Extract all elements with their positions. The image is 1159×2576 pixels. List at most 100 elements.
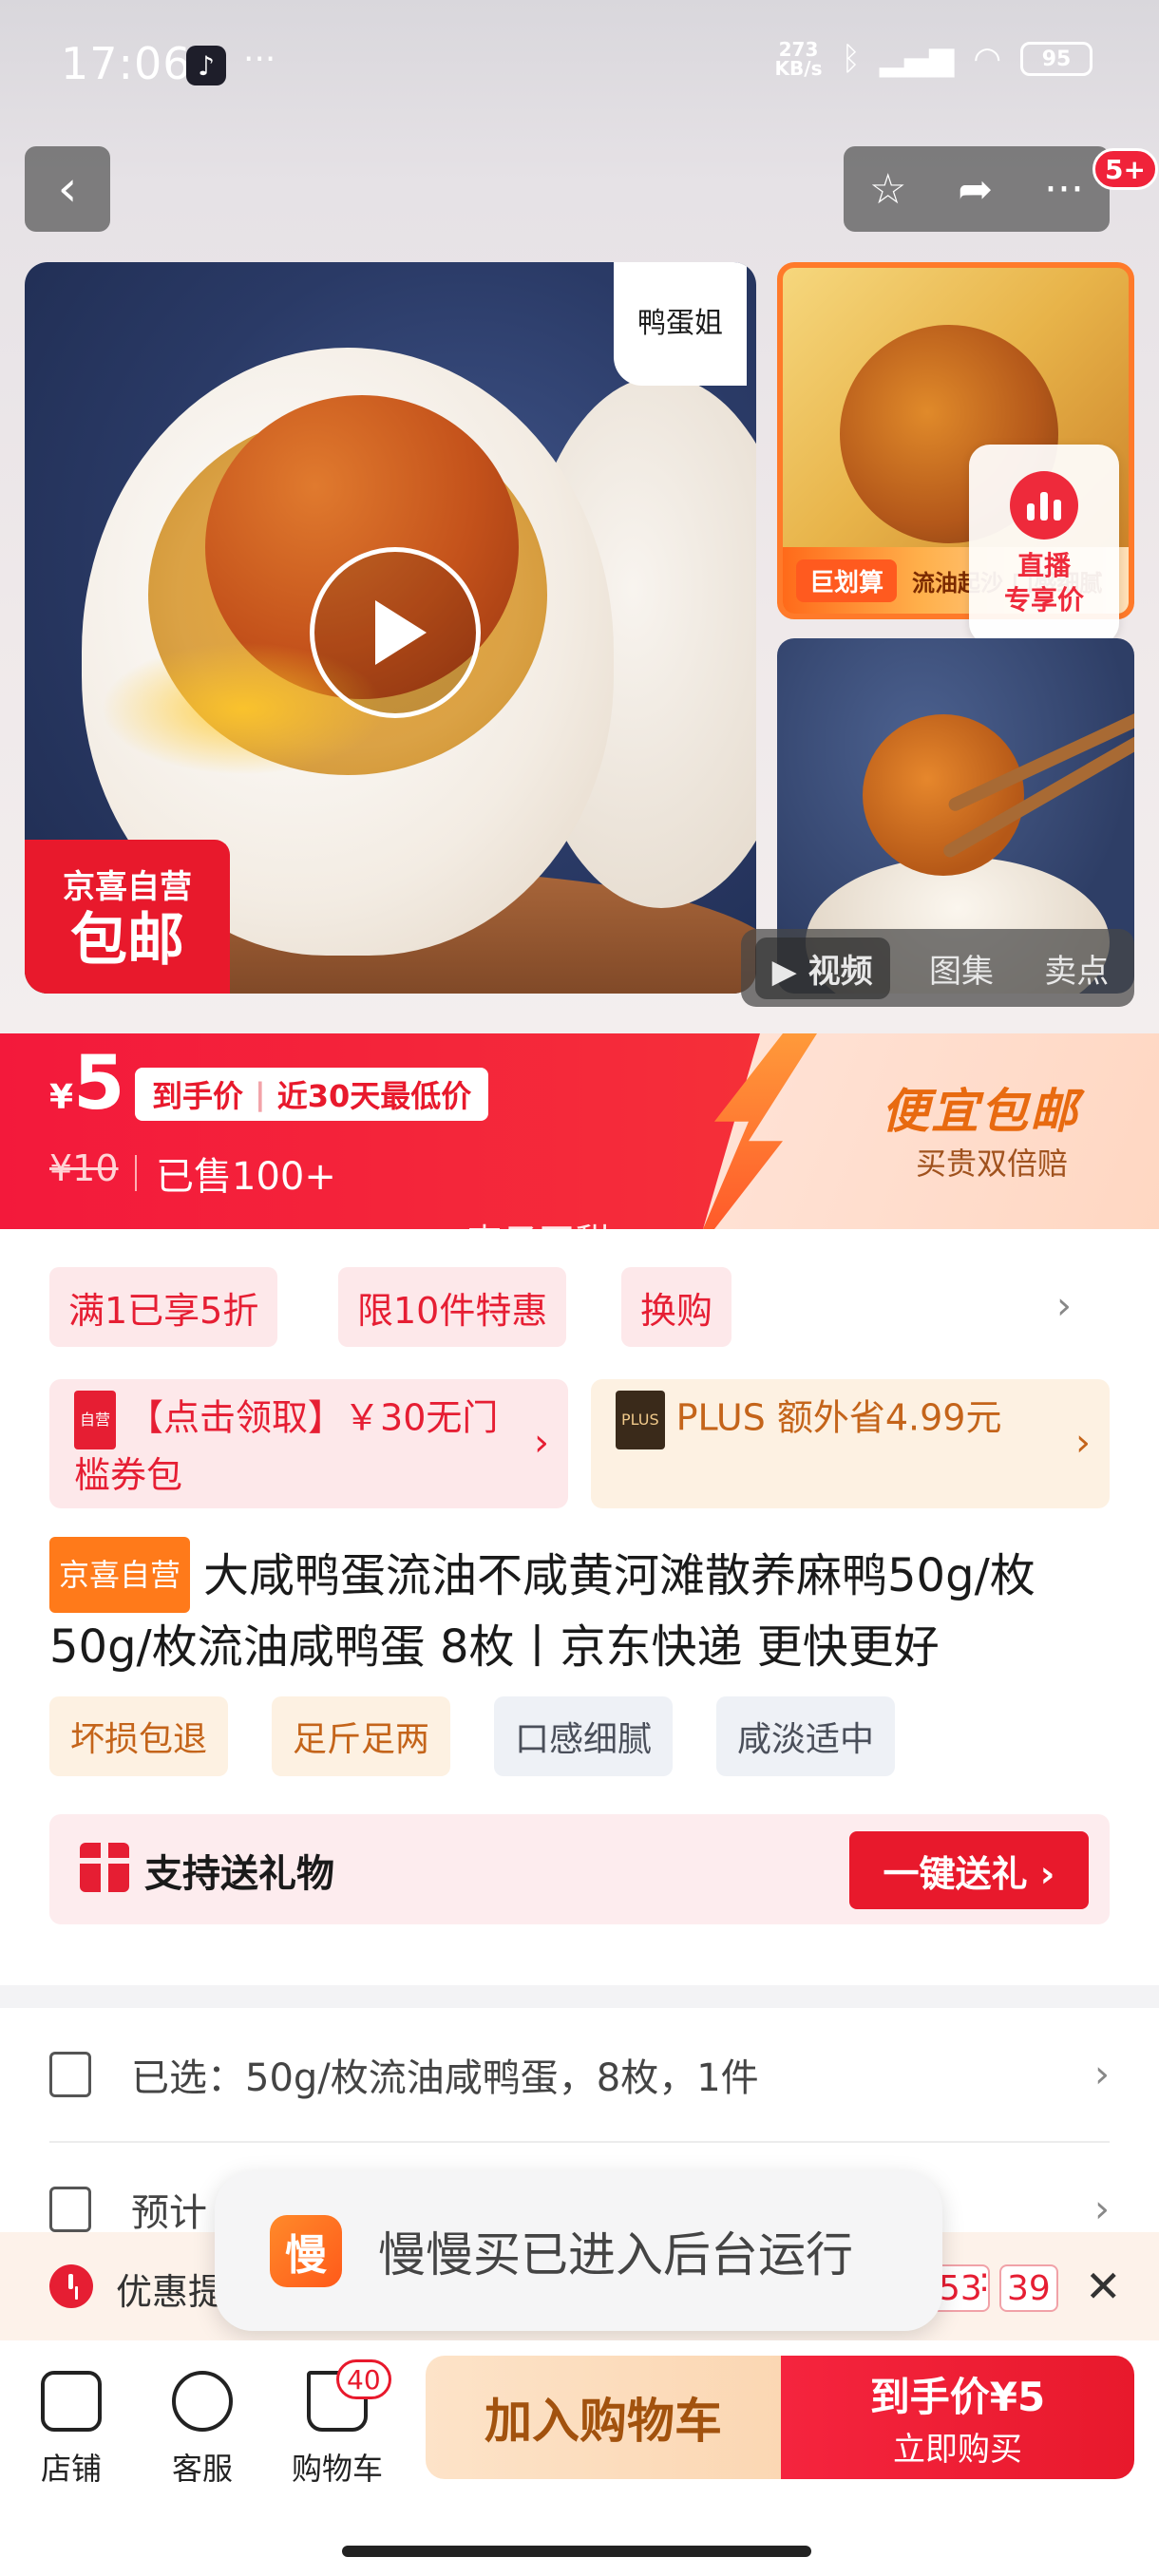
coupon-pack-label: 【点击领取】￥30无门槛券包 bbox=[74, 1396, 499, 1497]
original-price: ¥10 bbox=[49, 1147, 119, 1189]
plus-savings-text: PLUS PLUS 额外省4.99元 bbox=[616, 1391, 1053, 1449]
promo-title: 便宜包邮 bbox=[882, 1084, 1079, 1139]
live-line2: 专享价 bbox=[1003, 584, 1084, 616]
main-product-image[interactable]: 鸭蛋姐 京喜自营 包邮 bbox=[25, 262, 756, 994]
bottom-action-bar: 店铺 客服 购物车 40 加入购物车 到手价¥5 立即购买 bbox=[0, 2340, 1159, 2576]
price-tag-separator: | bbox=[255, 1076, 266, 1112]
status-right: 273 KB/s ᛒ ▂▄▆ ◠ 95 bbox=[775, 40, 1092, 78]
product-title: 京喜自营 大咸鸭蛋流油不咸黄河滩散养麻鸭50g/枚 50g/枚流油咸鸭蛋 8枚丨京… bbox=[49, 1537, 1123, 1681]
shipping-badge-line1: 京喜自营 bbox=[63, 867, 192, 906]
coupon-pack-text: 自营 【点击领取】￥30无门槛券包 bbox=[74, 1391, 511, 1501]
price-banner: ¥ 5 到手价 | 近30天最低价 ¥10 已售100+ 便宜包邮 买贵双倍赔 bbox=[0, 1033, 1159, 1229]
shipping-badge-line2: 包邮 bbox=[70, 906, 184, 974]
customer-service-button[interactable]: 客服 bbox=[141, 2359, 264, 2502]
thumbnail-tag: 巨划算 bbox=[796, 559, 898, 602]
chip-discount[interactable]: 满1已享5折 bbox=[49, 1267, 278, 1347]
section-divider bbox=[0, 1985, 1159, 2008]
gift-label: 支持送礼物 bbox=[144, 1852, 334, 1896]
product-title-text: 大咸鸭蛋流油不咸黄河滩散养麻鸭50g/枚 50g/枚流油咸鸭蛋 8枚丨京东快递 … bbox=[49, 1549, 1036, 1674]
net-speed: 273 KB/s bbox=[775, 40, 823, 78]
price-currency: ¥ bbox=[49, 1078, 74, 1117]
background-toast: 慢 慢慢买已进入后台运行 bbox=[215, 2171, 942, 2331]
self-operated-icon: 自营 bbox=[74, 1391, 117, 1449]
more-icon[interactable]: ··· bbox=[1044, 165, 1084, 214]
bluetooth-icon: ᛒ bbox=[841, 40, 861, 78]
toast-text: 慢慢买已进入后台运行 bbox=[378, 2227, 853, 2282]
divider bbox=[135, 1155, 137, 1191]
close-icon[interactable]: ✕ bbox=[1085, 2261, 1122, 2312]
plus-savings[interactable]: PLUS PLUS 额外省4.99元 › bbox=[591, 1379, 1110, 1508]
tab-video[interactable]: ▶ 视频 bbox=[754, 937, 890, 999]
tab-selling-points[interactable]: 卖点 bbox=[1033, 938, 1120, 999]
selected-spec-row[interactable]: 已选：50g/枚流油咸鸭蛋，8枚，1件 › bbox=[49, 2012, 1110, 2137]
play-icon bbox=[375, 600, 427, 665]
gift-icon bbox=[80, 1843, 129, 1892]
plus-icon: PLUS bbox=[616, 1391, 665, 1449]
smiley-icon bbox=[172, 2371, 233, 2432]
add-to-cart-button[interactable]: 加入购物车 bbox=[426, 2356, 781, 2479]
chevron-right-icon[interactable]: › bbox=[1056, 1284, 1072, 1328]
live-label: 直播 专享价 bbox=[1004, 549, 1084, 617]
back-button[interactable]: ‹ bbox=[25, 146, 110, 232]
live-line1: 直播 bbox=[1016, 550, 1071, 581]
chip-exchange[interactable]: 换购 bbox=[621, 1267, 732, 1347]
chip-limited[interactable]: 限10件特惠 bbox=[338, 1267, 567, 1347]
store-label: 店铺 bbox=[40, 2451, 102, 2487]
sold-count: 已售100+ bbox=[156, 1155, 336, 1199]
countdown-separator: : bbox=[978, 2261, 991, 2300]
countdown-seconds: 39 bbox=[999, 2264, 1058, 2312]
price-tag: 到手价 | 近30天最低价 bbox=[135, 1068, 489, 1121]
net-speed-unit: KB/s bbox=[774, 57, 823, 80]
live-icon bbox=[1010, 471, 1078, 540]
buy-now-button[interactable]: 到手价¥5 立即购买 bbox=[781, 2356, 1134, 2479]
self-operated-tag: 京喜自营 bbox=[49, 1537, 191, 1613]
net-speed-value: 273 bbox=[778, 38, 819, 61]
status-time: 17:06 bbox=[61, 38, 192, 89]
signal-icon: ▂▄▆ bbox=[879, 40, 955, 78]
cart-label: 购物车 bbox=[291, 2451, 383, 2487]
battery-icon: 95 bbox=[1020, 42, 1092, 76]
spec-icon bbox=[49, 2052, 91, 2097]
share-icon[interactable]: ➦ bbox=[958, 165, 993, 214]
price-tag-left: 到手价 bbox=[152, 1078, 244, 1114]
promo-label: 优惠提 bbox=[116, 2271, 225, 2313]
chevron-right-icon: › bbox=[534, 1421, 549, 1465]
star-icon[interactable]: ☆ bbox=[869, 165, 906, 214]
message-badge: 5+ bbox=[1092, 148, 1158, 190]
play-video-button[interactable] bbox=[310, 547, 481, 718]
chevron-right-icon: › bbox=[1094, 2188, 1110, 2231]
coupon-pack[interactable]: 自营 【点击领取】￥30无门槛券包 › bbox=[49, 1379, 568, 1508]
divider bbox=[49, 2141, 1110, 2143]
gift-row: 支持送礼物 一键送礼 › bbox=[49, 1814, 1110, 1924]
plus-savings-label: PLUS 额外省4.99元 bbox=[675, 1396, 1002, 1439]
media-tabs: ▶ 视频 图集 卖点 bbox=[741, 929, 1134, 1007]
buy-price-label: 到手价¥5 bbox=[869, 2374, 1046, 2420]
store-button[interactable]: 店铺 bbox=[10, 2359, 133, 2502]
store-icon bbox=[41, 2371, 102, 2432]
tiktok-icon: ♪ bbox=[186, 46, 226, 85]
manmanmai-app-icon: 慢 bbox=[270, 2215, 342, 2287]
brand-logo: 鸭蛋姐 bbox=[614, 262, 747, 386]
current-price: ¥ 5 bbox=[49, 1041, 124, 1127]
feature-tag: 足斤足两 bbox=[272, 1696, 451, 1776]
feature-tag: 咸淡适中 bbox=[716, 1696, 896, 1776]
truck-icon bbox=[49, 2187, 91, 2232]
feature-tag: 坏损包退 bbox=[49, 1696, 229, 1776]
price-tag-right: 近30天最低价 bbox=[276, 1078, 472, 1114]
selected-spec-text: 已选：50g/枚流油咸鸭蛋，8枚，1件 bbox=[131, 2056, 759, 2100]
brand-name: 鸭蛋姐 bbox=[637, 307, 723, 340]
feature-tag: 口感细腻 bbox=[494, 1696, 674, 1776]
cart-count-badge: 40 bbox=[336, 2359, 391, 2399]
send-gift-button[interactable]: 一键送礼 › bbox=[849, 1831, 1089, 1909]
live-stream-button[interactable]: 直播 专享价 bbox=[969, 445, 1119, 644]
chevron-right-icon: › bbox=[1075, 1421, 1091, 1465]
action-group: ☆ ➦ ··· bbox=[844, 146, 1110, 232]
clock-icon bbox=[49, 2264, 93, 2308]
promo-subtitle: 买贵双倍赔 bbox=[916, 1146, 1069, 1182]
tab-gallery[interactable]: 图集 bbox=[918, 938, 1005, 999]
buy-now-label: 立即购买 bbox=[893, 2431, 1022, 2469]
shipping-badge: 京喜自营 包邮 bbox=[25, 840, 230, 994]
more-notifications-icon: ··· bbox=[243, 40, 276, 79]
watermark: 李子不甜 bbox=[467, 1222, 613, 1261]
home-indicator[interactable] bbox=[342, 2546, 811, 2557]
